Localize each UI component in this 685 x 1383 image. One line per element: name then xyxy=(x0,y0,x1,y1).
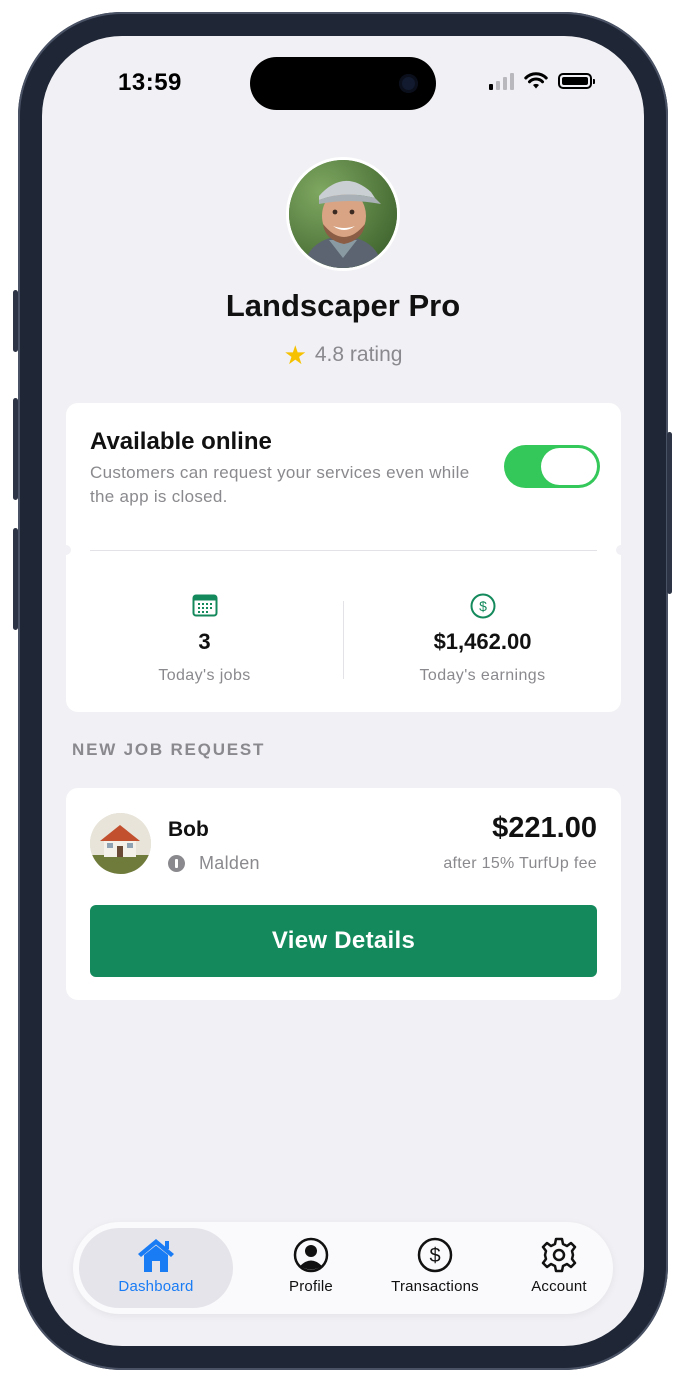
gear-icon xyxy=(541,1237,577,1273)
availability-title: Available online xyxy=(90,428,272,455)
star-icon: ★ xyxy=(283,340,307,370)
availability-description: Customers can request your services even… xyxy=(90,463,470,506)
job-house-image xyxy=(90,813,151,874)
job-price: $221.00 xyxy=(492,812,597,844)
stat-todays-earnings: $ $1,462.00 Today's earnings xyxy=(344,593,621,685)
action-button xyxy=(13,290,18,352)
person-circle-icon xyxy=(293,1237,329,1273)
dollar-circle-icon: $ xyxy=(470,593,495,619)
tab-bar: Dashboard Profile $ Transactions Account xyxy=(73,1222,613,1314)
job-request-card: Bob Malden $221.00 after 15% TurfUp fee … xyxy=(66,788,621,1000)
status-time: 13:59 xyxy=(118,69,182,96)
location-pin-icon xyxy=(168,855,185,872)
avatar[interactable] xyxy=(286,157,400,271)
todays-jobs-value: 3 xyxy=(198,629,211,654)
tab-dashboard[interactable]: Dashboard xyxy=(79,1228,233,1308)
dynamic-island xyxy=(250,57,436,110)
rating-text: 4.8 rating xyxy=(314,343,403,366)
tab-account[interactable]: Account xyxy=(497,1228,621,1308)
divider xyxy=(90,550,597,551)
volume-up-button xyxy=(13,398,18,500)
power-button xyxy=(667,432,672,594)
house-icon xyxy=(138,1239,174,1272)
tab-dashboard-label: Dashboard xyxy=(118,1278,194,1295)
view-details-button[interactable]: View Details xyxy=(90,905,597,977)
app-screen: 13:59 Landscaper Pro ★ 4.8 rating Availa… xyxy=(42,36,644,1346)
tab-profile[interactable]: Profile xyxy=(249,1228,373,1308)
job-fee-note: after 15% TurfUp fee xyxy=(443,855,597,872)
stat-todays-jobs: 3 Today's jobs xyxy=(66,593,343,685)
tab-transactions[interactable]: $ Transactions xyxy=(373,1228,497,1308)
battery-icon xyxy=(558,73,595,89)
volume-down-button xyxy=(13,528,18,630)
card-notch-left xyxy=(61,545,71,555)
toggle-knob xyxy=(541,448,597,485)
job-location: Malden xyxy=(199,853,260,873)
signal-icon xyxy=(489,72,514,90)
section-heading: NEW JOB REQUEST xyxy=(72,740,266,759)
tab-profile-label: Profile xyxy=(289,1278,333,1295)
svg-text:$: $ xyxy=(429,1245,440,1267)
rating-row: ★ 4.8 rating xyxy=(42,342,644,368)
job-customer-name: Bob xyxy=(168,818,209,841)
dollar-circle-icon: $ xyxy=(417,1237,453,1273)
todays-jobs-label: Today's jobs xyxy=(158,667,251,684)
todays-earnings-value: $1,462.00 xyxy=(433,629,532,654)
job-location-row: Malden xyxy=(168,853,260,874)
todays-earnings-label: Today's earnings xyxy=(419,667,546,684)
svg-text:$: $ xyxy=(479,598,487,614)
card-notch-right xyxy=(616,545,626,555)
calendar-icon xyxy=(192,594,217,617)
wifi-icon xyxy=(524,72,548,89)
status-icons xyxy=(489,72,595,90)
camera-icon xyxy=(399,74,418,93)
availability-card: Available online Customers can request y… xyxy=(61,403,626,712)
profile-name: Landscaper Pro xyxy=(225,288,461,323)
tab-account-label: Account xyxy=(531,1278,587,1295)
availability-toggle[interactable] xyxy=(504,445,600,488)
tab-transactions-label: Transactions xyxy=(391,1278,479,1295)
